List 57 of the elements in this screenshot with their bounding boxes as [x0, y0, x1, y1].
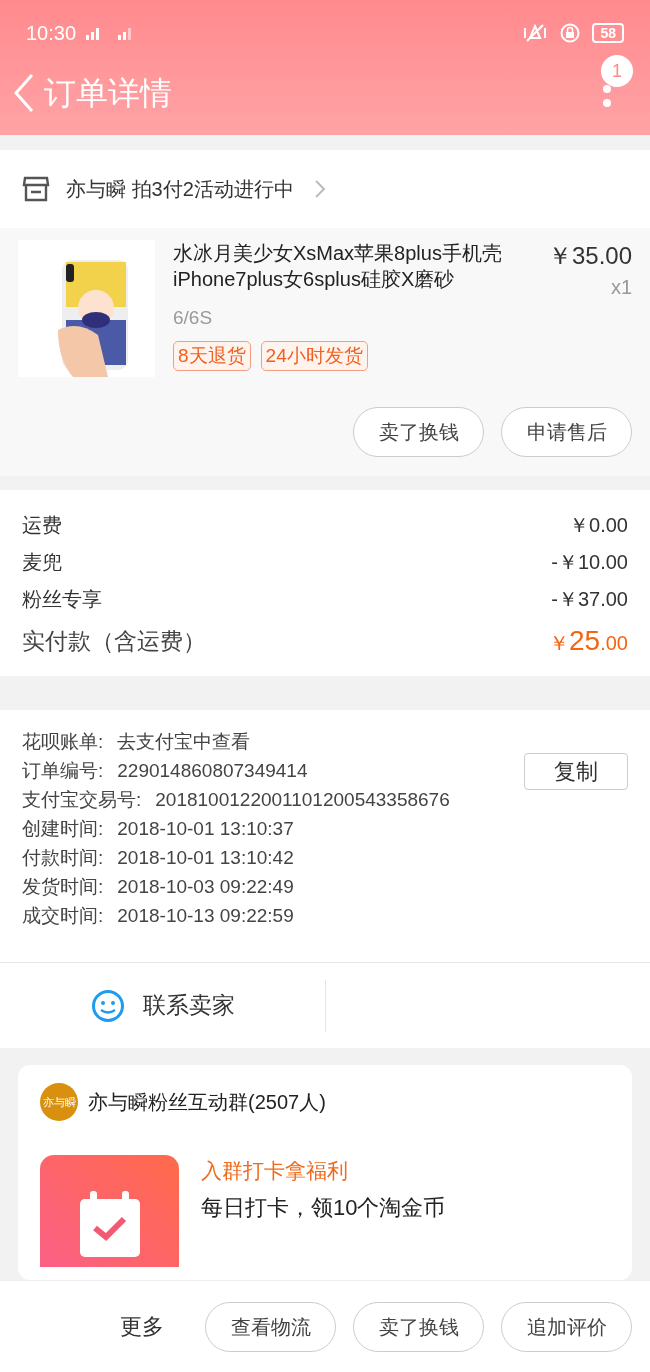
- group-card[interactable]: 亦与瞬 亦与瞬粉丝互动群(2507人) 入群打卡拿福利 每日打卡，领10个淘金币: [18, 1065, 632, 1280]
- fee-value: -￥37.00: [551, 586, 628, 612]
- total-label: 实付款（含运费）: [22, 626, 206, 656]
- battery-indicator: 58: [592, 23, 624, 43]
- shop-row[interactable]: 亦与瞬 拍3付2活动进行中: [0, 150, 650, 228]
- fee-value: -￥10.00: [551, 549, 628, 575]
- order-action-button[interactable]: 追加评价: [501, 1301, 632, 1352]
- total-decimals: .00: [600, 631, 628, 656]
- more-icon[interactable]: [602, 84, 612, 108]
- service-tag: 24小时发货: [260, 340, 368, 371]
- chevron-icon: [313, 179, 326, 199]
- info-value: 2018-10-13 09:22:59: [117, 904, 294, 929]
- currency-symbol: ￥: [549, 631, 570, 656]
- group-avatar: 亦与瞬: [40, 1083, 78, 1121]
- info-label: 支付宝交易号:: [22, 788, 142, 813]
- info-value: 2018-10-01 13:10:42: [117, 846, 294, 871]
- chat-face-icon: [90, 988, 125, 1023]
- page-title: 订单详情: [44, 74, 172, 113]
- product-price: ￥35.00: [547, 241, 632, 271]
- shop-name: 亦与瞬 拍3付2活动进行中: [66, 177, 294, 202]
- back-icon[interactable]: [12, 73, 36, 113]
- product-variant: 6/6S: [173, 306, 214, 330]
- fee-label: 麦兜: [22, 549, 62, 575]
- fee-label: 运费: [22, 512, 62, 538]
- order-action-button[interactable]: 卖了换钱: [353, 1301, 484, 1352]
- promo-text: 每日打卡，领10个淘金币: [201, 1193, 446, 1222]
- product-quantity: x1: [610, 275, 632, 300]
- info-label: 发货时间:: [22, 875, 104, 900]
- info-label: 花呗账单:: [22, 730, 104, 755]
- info-label: 创建时间:: [22, 817, 104, 842]
- lock-icon: [560, 23, 581, 43]
- fee-value: ￥0.00: [569, 512, 628, 538]
- total-amount: 25: [569, 624, 601, 658]
- info-value: 去支付宝中查看: [117, 730, 251, 755]
- group-name: 亦与瞬粉丝互动群(2507人): [88, 1090, 326, 1115]
- copy-button[interactable]: 复制: [524, 753, 628, 790]
- info-label: 付款时间:: [22, 846, 104, 871]
- fee-label: 粉丝专享: [22, 586, 102, 612]
- service-tag: 8天退货: [173, 340, 251, 371]
- info-label: 订单编号:: [22, 759, 104, 784]
- more-link[interactable]: 更多: [120, 1310, 164, 1343]
- product-title: 水冰月美少女XsMax苹果8plus手机壳iPhone7plus女6splus硅胶X磨砂: [173, 241, 503, 292]
- calendar-check-icon: [40, 1155, 179, 1267]
- info-value: 2018-10-03 09:22:49: [117, 875, 294, 900]
- mute-icon: [522, 22, 549, 44]
- order-action-button[interactable]: 申请售后: [501, 407, 632, 457]
- order-action-button[interactable]: 卖了换钱: [353, 407, 484, 457]
- order-action-button[interactable]: 查看物流: [205, 1301, 336, 1352]
- status-time: 10:30: [26, 21, 77, 46]
- info-label: 成交时间:: [22, 904, 104, 929]
- promo-title: 入群打卡拿福利: [201, 1158, 349, 1184]
- info-value: 229014860807349414: [117, 759, 308, 784]
- contact-seller-button[interactable]: 联系卖家: [90, 988, 235, 1023]
- notification-badge: 1: [601, 55, 633, 87]
- shop-icon: [22, 176, 50, 202]
- info-value: 2018-10-01 13:10:37: [117, 817, 294, 842]
- info-value: 2018100122001101200543358676: [155, 788, 450, 813]
